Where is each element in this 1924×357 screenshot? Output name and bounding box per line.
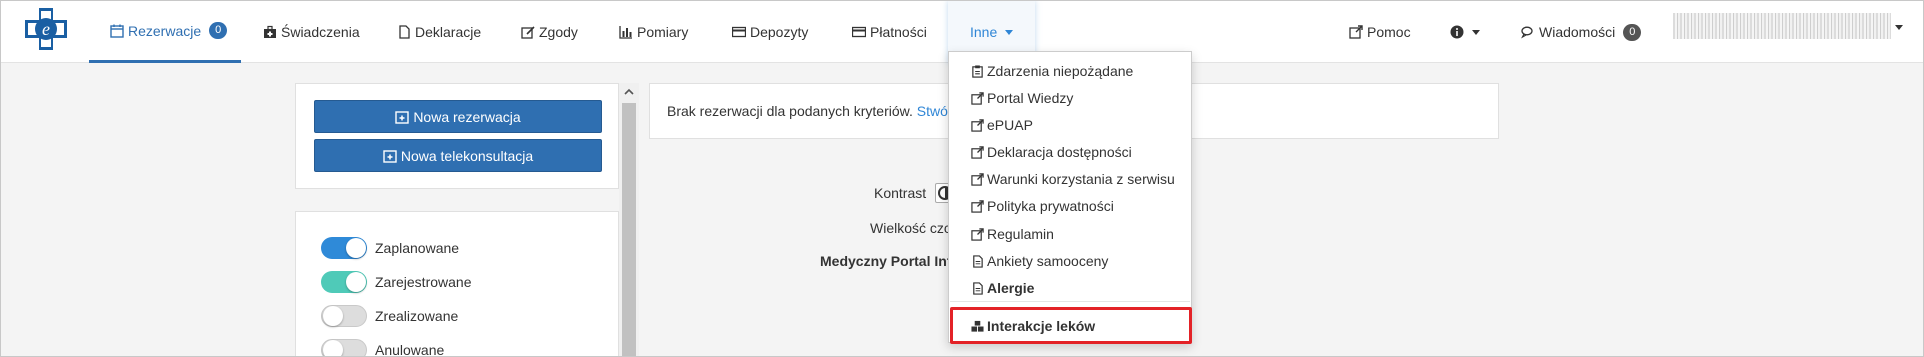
credit-card-icon [732, 26, 746, 38]
new-reservation-button[interactable]: Nowa rezerwacja [314, 100, 602, 133]
nav-wiadomosci[interactable]: Wiadomości 0 [1521, 1, 1642, 63]
reservations-count-badge: 0 [209, 22, 228, 39]
actions-card: Nowa rezerwacja Nowa telekonsultacja [295, 83, 619, 189]
nav-label: Rezerwacje [128, 22, 202, 39]
file-text-icon [973, 254, 983, 268]
filter-label: Zaplanowane [375, 240, 460, 256]
external-link-icon [971, 91, 984, 105]
no-reservations-message: Brak rezerwacji dla podanych kryteriów. … [667, 103, 960, 119]
external-link-icon [971, 227, 984, 241]
menu-item-warunki[interactable]: Warunki korzystania z serwisu [971, 168, 1175, 190]
nav-label: Depozyty [750, 24, 809, 40]
menu-item-epuap[interactable]: ePUAP [971, 114, 1033, 136]
nav-pomoc[interactable]: Pomoc [1349, 1, 1411, 63]
caret-down-icon [1472, 29, 1480, 35]
svg-text:e: e [42, 19, 50, 39]
nav-label: Wiadomości [1539, 24, 1616, 40]
external-link-icon [971, 199, 984, 213]
info-menu[interactable] [1450, 1, 1480, 63]
inne-dropdown-menu: Zdarzenia niepożądane Portal Wiedzy ePUA… [948, 51, 1192, 344]
toggle-switch[interactable] [321, 305, 367, 327]
menu-divider [950, 301, 1190, 302]
nav-label: Płatności [870, 24, 927, 40]
app-logo-icon[interactable]: e [23, 6, 69, 52]
filter-anulowane[interactable]: Anulowane [321, 338, 445, 357]
file-icon [399, 25, 410, 39]
contrast-label: Kontrast [874, 185, 927, 201]
nav-rezerwacje[interactable]: Rezerwacje 0 [89, 1, 241, 63]
button-label: Nowa rezerwacja [413, 108, 521, 125]
caret-down-icon [1005, 29, 1014, 35]
filter-zarejestrowane[interactable]: Zarejestrowane [321, 270, 472, 294]
highlight-box [950, 307, 1192, 344]
menu-item-label: Polityka prywatności [987, 198, 1114, 214]
nav-deklaracje[interactable]: Deklaracje [397, 1, 481, 63]
filter-zrealizowane[interactable]: Zrealizowane [321, 304, 458, 328]
nav-swiadczenia[interactable]: Świadczenia [263, 1, 360, 63]
menu-item-label: Regulamin [987, 226, 1054, 242]
menu-item-alergie[interactable]: Alergie [971, 277, 1034, 299]
menu-item-deklaracja-dostepnosci[interactable]: Deklaracja dostępności [971, 141, 1132, 163]
credit-card-icon [852, 26, 866, 38]
menu-item-label: Warunki korzystania z serwisu [987, 171, 1175, 187]
file-text-icon [973, 281, 983, 295]
edit-icon [521, 26, 535, 39]
medkit-icon [264, 25, 276, 38]
menu-item-portal-wiedzy[interactable]: Portal Wiedzy [971, 87, 1073, 109]
calendar-icon [110, 24, 124, 38]
nav-label: Pomiary [637, 24, 689, 40]
toggle-switch[interactable] [321, 237, 367, 259]
info-circle-icon [1450, 25, 1464, 39]
external-link-icon [971, 145, 984, 159]
menu-item-label: Portal Wiedzy [987, 90, 1074, 106]
info-text: Brak rezerwacji dla podanych kryteriów. [667, 103, 913, 119]
bar-chart-icon [619, 26, 632, 39]
caret-down-icon[interactable] [1895, 25, 1903, 30]
nav-label: Świadczenia [281, 24, 360, 40]
filter-label: Zrealizowane [375, 308, 459, 324]
nav-label: Deklaracje [415, 24, 482, 40]
menu-item-label: Ankiety samooceny [987, 253, 1109, 269]
scroll-thumb[interactable] [622, 103, 636, 356]
external-link-icon [971, 118, 984, 132]
status-filter-card: Zaplanowane Zarejestrowane Zrealizowane … [295, 211, 619, 357]
menu-item-polityka[interactable]: Polityka prywatności [971, 195, 1114, 217]
clipboard-icon [972, 64, 983, 78]
menu-item-label: Alergie [987, 280, 1035, 296]
messages-count-badge: 0 [1623, 23, 1642, 41]
menu-item-label: Deklaracja dostępności [987, 144, 1132, 160]
external-link-icon [971, 172, 984, 186]
nav-label: Zgody [539, 24, 578, 40]
app-window: e Rezerwacje 0 Świadczenia Deklaracje Zg… [0, 0, 1924, 357]
nav-label: Inne [970, 24, 998, 40]
nav-label: Pomoc [1367, 24, 1411, 40]
external-link-icon [1349, 25, 1363, 39]
toggle-switch[interactable] [321, 339, 367, 356]
menu-item-label: ePUAP [987, 117, 1033, 133]
filter-label: Zarejestrowane [375, 274, 472, 290]
portal-info-label: Medyczny Portal Info [820, 253, 961, 269]
filter-zaplanowane[interactable]: Zaplanowane [321, 236, 459, 260]
nav-pomiary[interactable]: Pomiary [619, 1, 688, 63]
filter-label: Anulowane [375, 342, 445, 357]
menu-item-ankiety[interactable]: Ankiety samooceny [971, 250, 1108, 272]
scroll-up-arrow-icon[interactable] [619, 83, 639, 101]
user-menu-blurred[interactable] [1673, 13, 1891, 39]
nav-depozyty[interactable]: Depozyty [732, 1, 808, 63]
calendar-plus-icon [395, 110, 410, 124]
toggle-switch[interactable] [321, 271, 367, 293]
button-label: Nowa telekonsultacja [400, 147, 534, 164]
nav-zgody[interactable]: Zgody [521, 1, 578, 63]
font-size-label: Wielkość czci [870, 220, 955, 236]
calendar-plus-icon [383, 149, 397, 163]
left-panel-scrollbar[interactable] [619, 83, 639, 356]
new-teleconsultation-button[interactable]: Nowa telekonsultacja [314, 139, 602, 172]
comments-icon [1521, 26, 1533, 39]
nav-platnosci[interactable]: Płatności [852, 1, 927, 63]
menu-item-zdarzenia[interactable]: Zdarzenia niepożądane [971, 60, 1133, 82]
menu-item-regulamin[interactable]: Regulamin [971, 223, 1054, 245]
menu-item-label: Zdarzenia niepożądane [987, 63, 1134, 79]
